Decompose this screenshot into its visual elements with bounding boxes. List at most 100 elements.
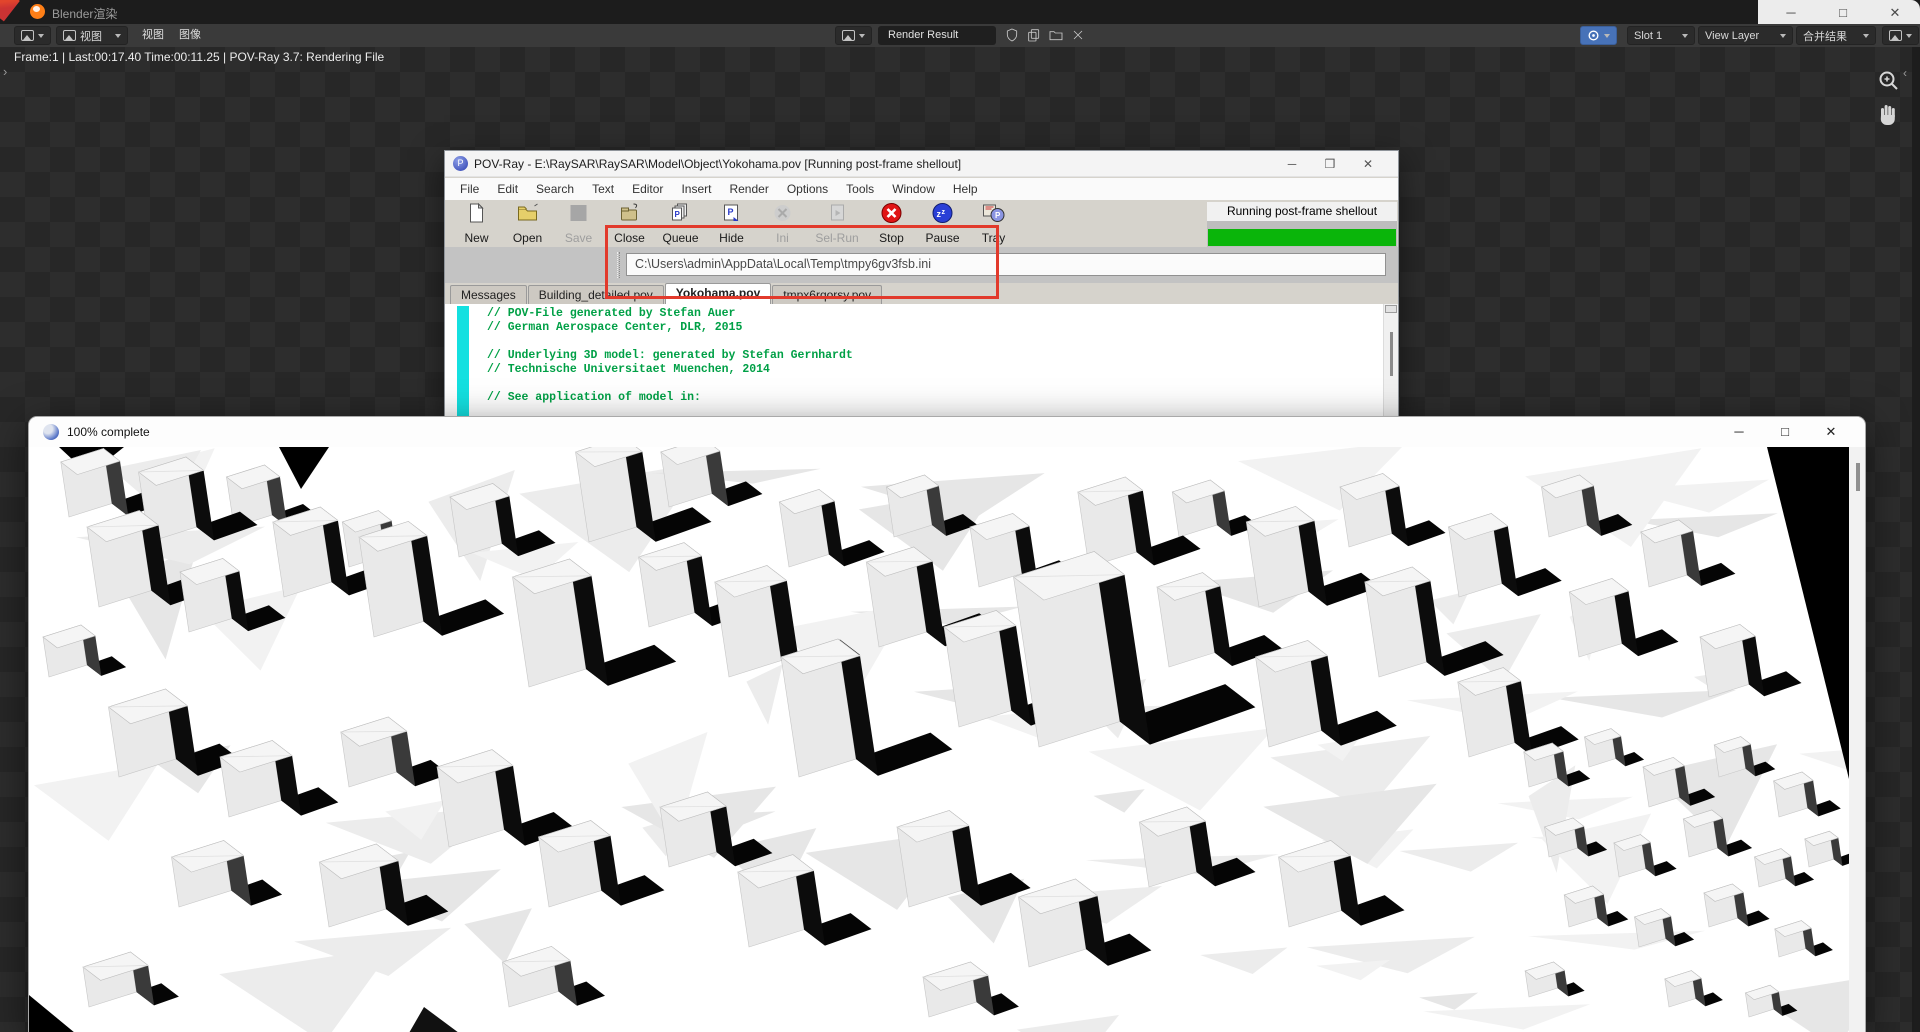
new-button[interactable]: New bbox=[451, 201, 502, 246]
display-channels-dropdown[interactable] bbox=[1882, 26, 1919, 45]
render-pass-dropdown[interactable]: 合并结果 bbox=[1796, 26, 1876, 45]
povray-progress-fill bbox=[1208, 229, 1396, 246]
slot-dropdown[interactable]: Slot 1 bbox=[1627, 26, 1695, 45]
menu-tools[interactable]: Tools bbox=[837, 182, 883, 196]
image-editor-icon bbox=[21, 30, 34, 41]
image-browse-dropdown[interactable] bbox=[835, 26, 872, 45]
expand-sidebar-arrow[interactable]: › bbox=[3, 64, 7, 79]
render-window-title: 100% complete bbox=[67, 425, 150, 439]
zoom-tool-icon[interactable] bbox=[1876, 68, 1902, 99]
editor-type-dropdown[interactable] bbox=[14, 26, 51, 45]
toolbar-button-label: Open bbox=[513, 231, 542, 245]
editor-scrollbar[interactable] bbox=[1383, 304, 1398, 421]
svg-text:P: P bbox=[995, 211, 1001, 220]
blender-window-controls: ─ □ ✕ bbox=[1758, 0, 1920, 26]
fake-user-shield-icon[interactable] bbox=[1004, 27, 1022, 44]
pov-source-code[interactable]: // POV-File generated by Stefan Auer // … bbox=[487, 307, 936, 421]
povray-editor-area[interactable]: // POV-File generated by Stefan Auer // … bbox=[445, 304, 1398, 421]
povray-close-button[interactable]: ✕ bbox=[1349, 152, 1387, 176]
view-layer-dropdown[interactable]: View Layer bbox=[1698, 26, 1793, 45]
blender-titlebar: Blender渲染 bbox=[0, 0, 1920, 24]
view-mode-value: 视图 bbox=[80, 28, 102, 44]
image-icon bbox=[842, 30, 855, 41]
render-window-titlebar[interactable]: 100% complete ─ □ ✕ bbox=[29, 417, 1866, 447]
blender-logo-icon bbox=[30, 4, 45, 19]
menu-edit[interactable]: Edit bbox=[488, 182, 527, 196]
menu-image[interactable]: 图像 bbox=[172, 26, 208, 45]
povray-app-icon: P bbox=[453, 156, 468, 171]
chevron-down-icon bbox=[1780, 34, 1786, 38]
povray-status-label: Running post-frame shellout bbox=[1207, 202, 1397, 221]
povray-render-icon bbox=[43, 424, 59, 440]
unlink-x-icon[interactable] bbox=[1070, 27, 1088, 44]
chevron-down-icon bbox=[1604, 34, 1610, 38]
pan-hand-icon[interactable] bbox=[1876, 100, 1900, 131]
rendered-city-image bbox=[29, 447, 1849, 1032]
chevron-down-icon bbox=[38, 34, 44, 38]
view-mode-dropdown[interactable]: 视图 bbox=[56, 26, 128, 45]
povray-maximize-button[interactable]: ❒ bbox=[1311, 152, 1349, 176]
toolbar-button-label: New bbox=[464, 231, 488, 245]
annotation-rectangle bbox=[605, 225, 999, 299]
render-minimize-button[interactable]: ─ bbox=[1717, 417, 1761, 447]
image-icon bbox=[1889, 30, 1902, 41]
chevron-down-icon bbox=[115, 34, 121, 38]
background-window-sliver bbox=[0, 0, 20, 21]
menu-view[interactable]: 视图 bbox=[135, 26, 171, 45]
render-pass-value: 合并结果 bbox=[1803, 28, 1847, 44]
view-layer-value: View Layer bbox=[1705, 30, 1759, 42]
povray-minimize-button[interactable]: ─ bbox=[1273, 152, 1311, 176]
tab-messages[interactable]: Messages bbox=[450, 285, 527, 304]
chevron-down-icon bbox=[1906, 34, 1912, 38]
svg-text:P: P bbox=[728, 207, 734, 217]
image-pin-button[interactable] bbox=[1580, 26, 1617, 45]
chevron-down-icon bbox=[859, 34, 865, 38]
blender-close-button[interactable]: ✕ bbox=[1880, 4, 1910, 22]
chevron-down-icon bbox=[1682, 34, 1688, 38]
menu-file[interactable]: File bbox=[451, 182, 488, 196]
image-name-field[interactable]: Render Result bbox=[878, 26, 996, 45]
render-result-window: 100% complete ─ □ ✕ bbox=[28, 416, 1866, 1032]
chevron-down-icon bbox=[1863, 34, 1869, 38]
render-close-button[interactable]: ✕ bbox=[1809, 417, 1853, 447]
image-icon bbox=[63, 30, 76, 41]
toolbar-button-label: Save bbox=[565, 231, 592, 245]
menu-editor[interactable]: Editor bbox=[623, 182, 672, 196]
render-status-text: Frame:1 | Last:00:17.40 Time:00:11.25 | … bbox=[14, 50, 384, 64]
render-maximize-button[interactable]: □ bbox=[1763, 417, 1807, 447]
collapse-panel-arrow[interactable]: ‹ bbox=[1903, 66, 1907, 80]
povray-render-status: Running post-frame shellout bbox=[1207, 202, 1397, 248]
menu-options[interactable]: Options bbox=[778, 182, 837, 196]
render-scrollbar[interactable] bbox=[1849, 447, 1866, 1032]
menu-text[interactable]: Text bbox=[583, 182, 623, 196]
right-edge-scroll-strip[interactable] bbox=[1912, 47, 1920, 1032]
menu-insert[interactable]: Insert bbox=[672, 182, 720, 196]
blender-maximize-button[interactable]: □ bbox=[1828, 4, 1858, 22]
povray-progress-bar bbox=[1208, 229, 1396, 246]
povray-window-title: POV-Ray - E:\RaySAR\RaySAR\Model\Object\… bbox=[474, 157, 961, 171]
menu-search[interactable]: Search bbox=[527, 182, 583, 196]
new-file-icon bbox=[464, 201, 489, 230]
menu-window[interactable]: Window bbox=[883, 182, 944, 196]
blender-window-title: Blender渲染 bbox=[52, 5, 117, 22]
open-image-folder-icon[interactable] bbox=[1048, 27, 1066, 44]
menu-render[interactable]: Render bbox=[720, 182, 777, 196]
povray-titlebar[interactable]: P POV-Ray - E:\RaySAR\RaySAR\Model\Objec… bbox=[445, 151, 1398, 177]
scrollbar-thumb[interactable] bbox=[1390, 332, 1393, 376]
render-scrollbar-thumb[interactable] bbox=[1856, 463, 1860, 491]
slot-value: Slot 1 bbox=[1634, 30, 1662, 42]
open-button[interactable]: Open bbox=[502, 201, 553, 246]
blender-minimize-button[interactable]: ─ bbox=[1776, 4, 1806, 22]
open-folder-icon bbox=[515, 201, 540, 230]
change-marker-bar bbox=[457, 306, 469, 421]
save-button: Save bbox=[553, 201, 604, 246]
save-icon bbox=[566, 201, 591, 230]
scrollbar-splitter-box[interactable] bbox=[1385, 305, 1397, 313]
sphere-icon bbox=[1587, 29, 1600, 42]
svg-text:P: P bbox=[675, 210, 681, 219]
menu-help[interactable]: Help bbox=[944, 182, 987, 196]
svg-text:z: z bbox=[942, 209, 946, 216]
duplicate-image-icon[interactable] bbox=[1026, 27, 1044, 44]
blender-header: 视图 视图 图像 Render Result Slot 1 View Layer… bbox=[0, 24, 1920, 47]
povray-menubar: FileEditSearchTextEditorInsertRenderOpti… bbox=[445, 178, 1398, 200]
